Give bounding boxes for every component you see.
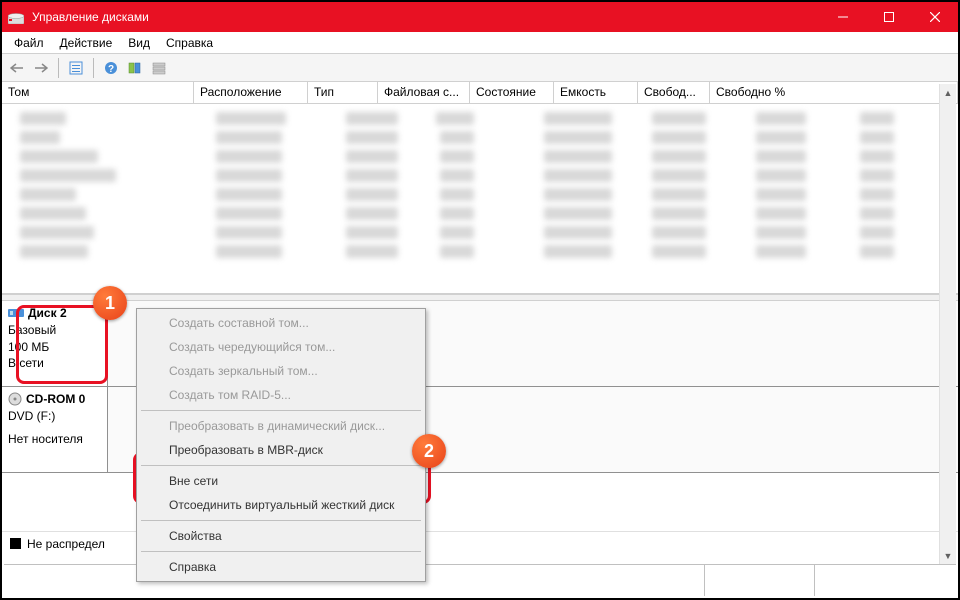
ctx-create-raid5[interactable]: Создать том RAID-5... [139, 383, 423, 407]
vertical-scrollbar[interactable]: ▲ ▼ [939, 84, 956, 564]
forward-button[interactable] [30, 57, 52, 79]
disk-management-window: Управление дисками Файл Действие Вид Спр… [0, 0, 960, 600]
volume-list [2, 104, 958, 294]
col-freepct[interactable]: Свободно % [710, 82, 958, 103]
disk2-header[interactable]: Диск 2 Базовый 100 МБ В сети [2, 301, 108, 386]
maximize-button[interactable] [866, 2, 912, 32]
back-button[interactable] [6, 57, 28, 79]
col-fs[interactable]: Файловая с... [378, 82, 470, 103]
ctx-properties[interactable]: Свойства [139, 524, 423, 548]
badge-2: 2 [412, 434, 446, 468]
ctx-convert-dynamic[interactable]: Преобразовать в динамический диск... [139, 414, 423, 438]
refresh-icon[interactable] [124, 57, 146, 79]
badge-1: 1 [93, 286, 127, 320]
app-icon [8, 10, 24, 24]
window-title: Управление дисками [32, 10, 149, 24]
titlebar: Управление дисками [2, 2, 958, 32]
ctx-convert-mbr[interactable]: Преобразовать в MBR-диск [139, 438, 423, 462]
pane-divider[interactable] [2, 294, 958, 301]
context-menu: Создать составной том... Создать чередую… [136, 308, 426, 582]
cdrom-icon [8, 392, 22, 406]
menu-file[interactable]: Файл [6, 32, 52, 53]
cdrom-header[interactable]: CD-ROM 0 DVD (F:) Нет носителя [2, 387, 108, 472]
minimize-button[interactable] [820, 2, 866, 32]
menubar: Файл Действие Вид Справка [2, 32, 958, 54]
settings-icon[interactable] [65, 57, 87, 79]
ctx-create-striped[interactable]: Создать чередующийся том... [139, 335, 423, 359]
col-type[interactable]: Тип [308, 82, 378, 103]
col-free[interactable]: Свобод... [638, 82, 710, 103]
ctx-detach-vhd[interactable]: Отсоединить виртуальный жесткий диск [139, 493, 423, 517]
col-volume[interactable]: Том [2, 82, 194, 103]
col-status[interactable]: Состояние [470, 82, 554, 103]
column-headers: Том Расположение Тип Файловая с... Состо… [2, 82, 958, 104]
legend-swatch-unallocated [10, 538, 21, 549]
ctx-create-mirror[interactable]: Создать зеркальный том... [139, 359, 423, 383]
toolbar: ? [2, 54, 958, 82]
list-icon[interactable] [148, 57, 170, 79]
menu-help[interactable]: Справка [158, 32, 221, 53]
disk-icon [8, 307, 24, 319]
col-layout[interactable]: Расположение [194, 82, 308, 103]
ctx-help[interactable]: Справка [139, 555, 423, 579]
svg-text:?: ? [108, 64, 114, 75]
ctx-create-spanned[interactable]: Создать составной том... [139, 311, 423, 335]
close-button[interactable] [912, 2, 958, 32]
help-icon[interactable]: ? [100, 57, 122, 79]
scroll-up-icon[interactable]: ▲ [940, 84, 956, 101]
ctx-offline[interactable]: Вне сети [139, 469, 423, 493]
legend-unallocated-label: Не распредел [27, 537, 105, 551]
scroll-down-icon[interactable]: ▼ [940, 547, 956, 564]
menu-action[interactable]: Действие [52, 32, 121, 53]
menu-view[interactable]: Вид [120, 32, 158, 53]
col-capacity[interactable]: Емкость [554, 82, 638, 103]
